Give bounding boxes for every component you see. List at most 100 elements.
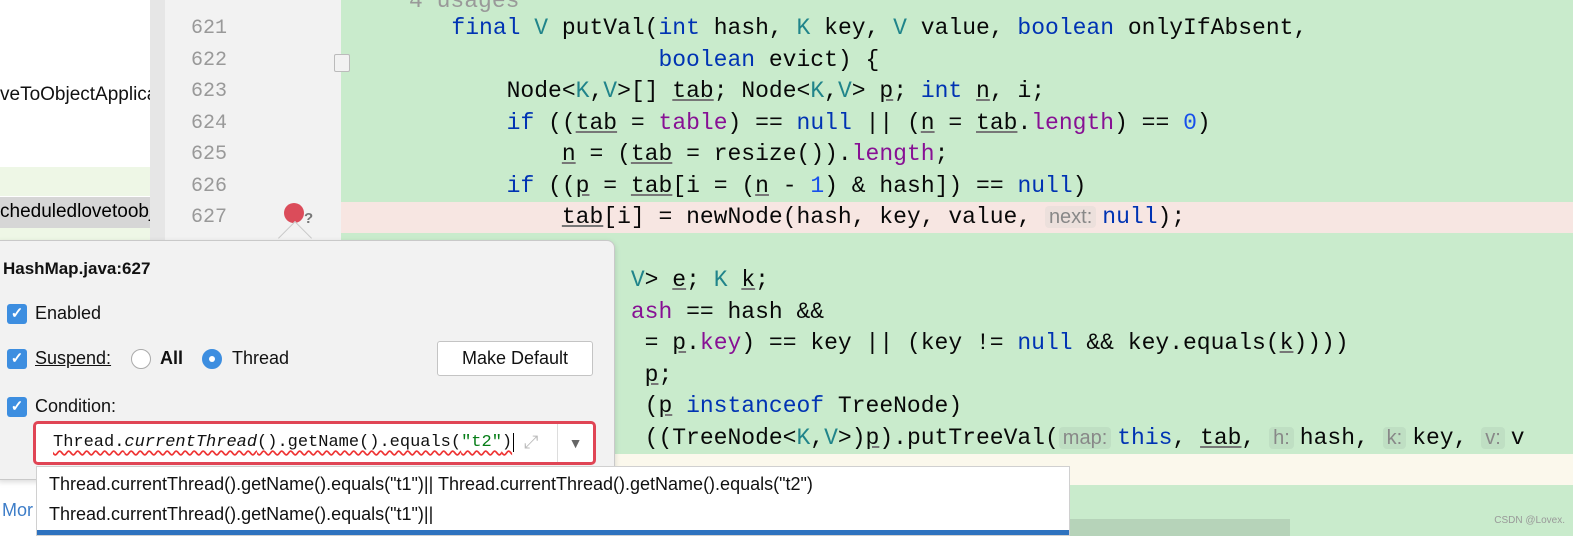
code-token: ; Node< xyxy=(713,78,811,104)
code-token: boolean xyxy=(1017,15,1115,41)
more-link[interactable]: Mor xyxy=(2,500,33,521)
code-token: if xyxy=(506,172,535,199)
conditional-breakpoint-question-icon: ? xyxy=(304,210,314,227)
code-line[interactable]: boolean evict) { xyxy=(341,45,1573,76)
parameter-hint: map: xyxy=(1058,426,1112,449)
enabled-label: Enabled xyxy=(35,303,102,323)
code-line[interactable]: final V putVal(int hash, K key, V value,… xyxy=(341,13,1573,44)
line-number[interactable]: 625 xyxy=(187,143,227,166)
watermark: CSDN @Lovex. xyxy=(1494,515,1565,526)
code-token: (( xyxy=(534,109,576,136)
parameter-hint: k: xyxy=(1382,426,1407,449)
make-default-button[interactable]: Make Default xyxy=(437,341,593,376)
code-token: ) == xyxy=(727,109,797,136)
breakpoint-icon[interactable] xyxy=(284,203,304,223)
code-token: if xyxy=(506,109,535,136)
suspend-thread-label: Thread xyxy=(232,348,290,368)
code-token: boolean xyxy=(658,46,756,73)
code-token: ) xyxy=(1072,172,1087,199)
code-token: hash, xyxy=(699,15,797,41)
suspend-checkbox[interactable]: ✓ xyxy=(7,349,27,369)
code-token: tab xyxy=(630,141,673,167)
code-token: 1 xyxy=(810,172,825,199)
code-token: , xyxy=(1172,424,1201,451)
condition-checkbox[interactable]: ✓ xyxy=(7,397,27,417)
code-line[interactable]: n = (tab = resize()).length; xyxy=(341,139,1573,170)
code-token: ; xyxy=(686,267,714,293)
suspend-thread-radio[interactable] xyxy=(202,349,222,369)
code-token: ) & hash]) == xyxy=(824,172,1018,199)
code-token: V xyxy=(534,15,549,41)
code-token: n xyxy=(976,78,990,104)
code-token: [i] = newNode(hash, key, value, xyxy=(603,204,1045,230)
code-line[interactable]: if ((tab = table) == null || (n = tab.le… xyxy=(341,108,1573,139)
row-band xyxy=(0,167,150,196)
code-token: null xyxy=(1102,204,1158,230)
code-token: int xyxy=(658,15,700,41)
condition-part: ) xyxy=(501,433,513,452)
code-token: V xyxy=(824,424,838,451)
code-token: length xyxy=(851,141,935,167)
line-number[interactable]: 627 xyxy=(187,206,227,229)
code-token: ; xyxy=(893,78,921,104)
parameter-hint: next: xyxy=(1044,206,1097,228)
code-line[interactable]: tab[i] = newNode(hash, key, value, next:… xyxy=(341,202,1573,233)
code-token: - xyxy=(768,172,811,199)
code-token: . xyxy=(1017,109,1032,136)
expand-icon[interactable]: ⤢ xyxy=(524,432,538,453)
code-token: onlyIfAbsent, xyxy=(1114,15,1308,41)
code-token: putVal( xyxy=(548,15,659,41)
line-number[interactable]: 622 xyxy=(187,49,227,72)
selected-history-item[interactable] xyxy=(37,530,1069,535)
code-token: ); xyxy=(1157,204,1186,230)
condition-field[interactable]: Thread.currentThread().getName().equals(… xyxy=(33,421,596,465)
code-token: value, xyxy=(906,15,1018,41)
project-tree-item-selected[interactable]: cheduledlovetoobje xyxy=(0,197,165,228)
condition-input[interactable]: Thread.currentThread().getName().equals(… xyxy=(36,424,516,462)
code-token: ) == xyxy=(1114,109,1184,136)
code-token: n xyxy=(755,172,769,199)
code-token: = xyxy=(589,172,631,199)
line-number[interactable]: 626 xyxy=(187,175,227,198)
code-token: K xyxy=(713,267,728,293)
history-dropdown-button[interactable]: ▼ xyxy=(557,424,593,462)
code-line[interactable]: if ((p = tab[i = (n - 1) & hash]) == nul… xyxy=(341,171,1573,202)
code-token: e xyxy=(672,267,687,293)
popup-title: HashMap.java:627 xyxy=(3,259,151,278)
code-token: = xyxy=(934,109,977,136)
condition-part: "t2" xyxy=(461,433,502,452)
code-token: ).putTreeVal( xyxy=(879,424,1059,451)
horizontal-scrollbar[interactable] xyxy=(1070,519,1290,536)
code-token: p xyxy=(865,424,880,451)
line-number[interactable]: 621 xyxy=(187,17,227,40)
code-token: tab xyxy=(630,172,673,199)
line-number[interactable]: 624 xyxy=(187,112,227,135)
line-number[interactable]: 623 xyxy=(187,80,227,103)
code-token: K xyxy=(796,15,811,41)
suspend-all-radio[interactable] xyxy=(131,349,151,369)
suspend-label: Suspend: xyxy=(35,348,112,368)
code-token: (( xyxy=(534,172,576,199)
code-token: = xyxy=(617,109,659,136)
code-token: V xyxy=(893,15,907,41)
code-token: > xyxy=(851,78,880,104)
enabled-checkbox[interactable]: ✓ xyxy=(7,304,27,324)
code-token: , xyxy=(824,78,838,104)
code-token: [i = ( xyxy=(672,172,756,199)
code-token: tab xyxy=(672,78,714,104)
project-tree-item[interactable]: veToObjectApplica xyxy=(0,84,150,106)
code-token: ; xyxy=(658,361,673,388)
code-token: = resize()). xyxy=(672,141,852,167)
code-token: null xyxy=(1017,330,1073,356)
code-token: . xyxy=(686,330,700,356)
history-item[interactable]: Thread.currentThread().getName().equals(… xyxy=(49,504,433,525)
code-token: n xyxy=(920,109,935,136)
code-line[interactable]: Node<K,V>[] tab; Node<K,V> p; int n, i; xyxy=(341,76,1573,107)
code-token: key, xyxy=(810,15,894,41)
history-item[interactable]: Thread.currentThread().getName().equals(… xyxy=(49,474,813,495)
code-token: ) xyxy=(1196,109,1211,136)
